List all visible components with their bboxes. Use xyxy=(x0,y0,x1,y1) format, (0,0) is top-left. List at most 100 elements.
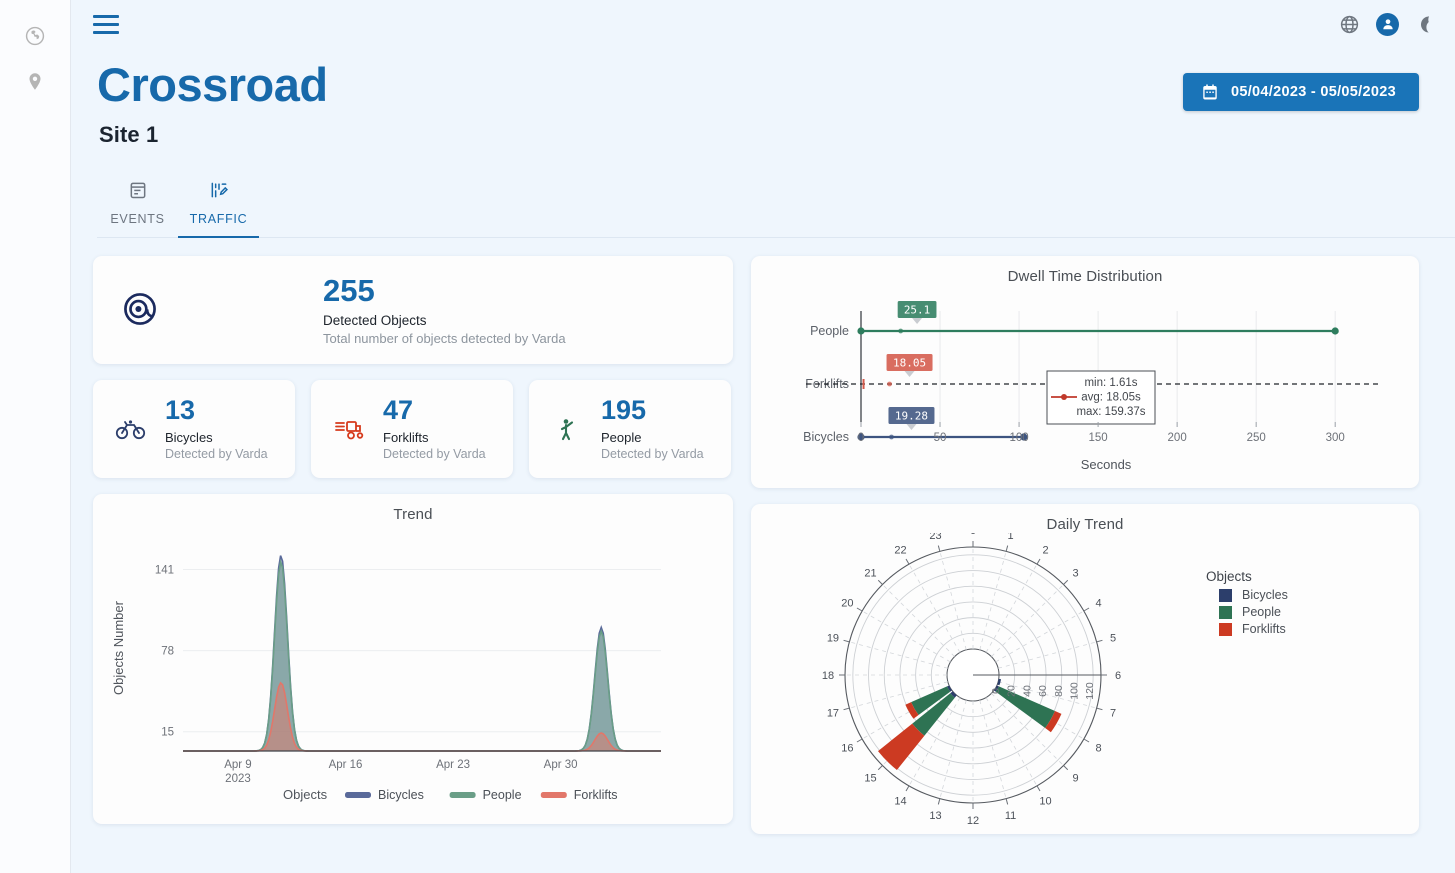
kpi-people-name: People xyxy=(601,430,642,446)
svg-text:20: 20 xyxy=(841,598,853,610)
svg-text:50: 50 xyxy=(934,432,947,444)
svg-text:6: 6 xyxy=(1115,670,1121,682)
trend-chart-title: Trend xyxy=(393,506,433,524)
tab-bar: EVENTS TRAFFIC xyxy=(97,174,1455,239)
user-avatar-icon[interactable] xyxy=(1376,12,1399,36)
svg-text:20: 20 xyxy=(1006,685,1018,697)
svg-text:Forklifts: Forklifts xyxy=(574,788,618,802)
svg-text:min: 1.61s: min: 1.61s xyxy=(1084,377,1137,389)
svg-text:Apr 23: Apr 23 xyxy=(436,759,470,771)
topbar-actions xyxy=(1338,12,1437,36)
svg-text:7: 7 xyxy=(1110,708,1116,720)
moon-icon[interactable] xyxy=(1415,13,1437,35)
svg-text:4: 4 xyxy=(1096,598,1102,610)
svg-text:0: 0 xyxy=(858,432,864,444)
svg-text:78: 78 xyxy=(161,646,174,658)
kpi-bicycles-name: Bicycles xyxy=(165,430,213,446)
hamburger-menu-icon[interactable] xyxy=(93,14,119,34)
kpi-forklifts-body: 47 Forklifts Detected by Varda xyxy=(383,395,486,462)
tab-traffic[interactable]: TRAFFIC xyxy=(178,174,259,239)
kpi-forklifts-description: Detected by Varda xyxy=(383,447,486,462)
svg-text:Objects Number: Objects Number xyxy=(111,601,126,696)
svg-text:141: 141 xyxy=(155,565,174,577)
svg-text:2: 2 xyxy=(1042,545,1048,557)
traffic-chart-icon xyxy=(208,180,230,205)
svg-text:3: 3 xyxy=(1072,568,1078,580)
left-column: 255 Detected Objects Total number of obj… xyxy=(93,256,733,834)
kpi-main-value: 255 xyxy=(323,272,375,308)
kpi-bicycles-description: Detected by Varda xyxy=(165,447,268,462)
location-pin-icon[interactable] xyxy=(23,70,47,94)
svg-text:Objects: Objects xyxy=(1206,569,1252,584)
daily-trend-plot[interactable]: 0123456789101112131415161718192021222302… xyxy=(751,533,1391,829)
svg-text:max: 159.37s: max: 159.37s xyxy=(1076,406,1145,418)
svg-text:Apr 30: Apr 30 xyxy=(544,759,578,771)
kpi-main-description: Total number of objects detected by Vard… xyxy=(323,331,566,347)
svg-text:Seconds: Seconds xyxy=(1081,457,1132,472)
target-detection-icon xyxy=(121,290,161,330)
svg-text:People: People xyxy=(1242,605,1281,619)
kpi-bicycles-value: 13 xyxy=(165,395,196,426)
dwell-chart-plot[interactable]: People25.1Forklifts18.05Bicycles19.28min… xyxy=(751,285,1391,485)
svg-text:100: 100 xyxy=(1068,682,1080,700)
svg-text:Forklifts: Forklifts xyxy=(1242,622,1286,636)
svg-text:16: 16 xyxy=(841,743,853,755)
svg-text:100: 100 xyxy=(1009,432,1028,444)
left-rail xyxy=(0,0,71,873)
kpi-people-body: 195 People Detected by Varda xyxy=(601,395,704,462)
kpi-people-value: 195 xyxy=(601,395,647,426)
trend-chart-card: Trend 15 78 141 Objects Number Apr 9 Apr 16 Ap… xyxy=(93,494,733,825)
daily-trend-card: Daily Trend 0123456789101112131415161718… xyxy=(751,504,1419,835)
svg-text:Apr 16: Apr 16 xyxy=(329,759,363,771)
kpi-forklifts-value: 47 xyxy=(383,395,414,426)
svg-text:Bicycles: Bicycles xyxy=(803,430,849,444)
kpi-main-name: Detected Objects xyxy=(323,313,427,329)
events-calendar-icon xyxy=(127,180,149,205)
svg-text:300: 300 xyxy=(1326,432,1345,444)
svg-text:0: 0 xyxy=(990,688,1002,694)
svg-text:5: 5 xyxy=(1110,633,1116,645)
kpi-row: 13 Bicycles Detected by Varda 47 Forklif… xyxy=(93,380,733,479)
kpi-card-detected-objects: 255 Detected Objects Total number of obj… xyxy=(93,256,733,365)
svg-text:250: 250 xyxy=(1247,432,1266,444)
svg-text:40: 40 xyxy=(1021,685,1033,697)
date-range-label: 05/04/2023 - 05/05/2023 xyxy=(1231,84,1396,100)
globe-icon[interactable] xyxy=(23,24,47,48)
language-globe-icon[interactable] xyxy=(1338,13,1360,35)
tab-traffic-label: TRAFFIC xyxy=(189,212,248,227)
svg-text:1: 1 xyxy=(1007,533,1013,542)
trend-chart-plot[interactable]: 15 78 141 Objects Number Apr 9 Apr 16 Apr 23 Ap… xyxy=(93,523,733,819)
person-waving-icon xyxy=(551,413,583,445)
dwell-chart-card: Dwell Time Distribution People 25.1 Forkli… xyxy=(751,256,1419,489)
svg-text:8: 8 xyxy=(1096,743,1102,755)
svg-text:12: 12 xyxy=(967,815,979,827)
svg-text:15: 15 xyxy=(161,727,174,739)
tab-events[interactable]: EVENTS xyxy=(97,174,178,237)
bicycle-icon xyxy=(115,413,147,445)
svg-text:22: 22 xyxy=(894,545,906,557)
dashboard-grid: 255 Detected Objects Total number of obj… xyxy=(71,238,1455,835)
svg-text:23: 23 xyxy=(929,533,941,542)
svg-text:17: 17 xyxy=(827,708,839,720)
kpi-forklifts-name: Forklifts xyxy=(383,430,429,446)
dwell-chart-title: Dwell Time Distribution xyxy=(1007,268,1163,286)
svg-text:15: 15 xyxy=(864,773,876,785)
date-range-picker[interactable]: 05/04/2023 - 05/05/2023 xyxy=(1183,73,1419,111)
calendar-icon xyxy=(1203,84,1217,100)
app-root: Crossroad Site 1 05/04/2023 - 05/05/2023… xyxy=(0,0,1455,873)
page-subtitle: Site 1 xyxy=(99,122,159,148)
svg-text:Apr 9: Apr 9 xyxy=(224,759,252,771)
svg-text:0: 0 xyxy=(970,533,976,537)
svg-text:60: 60 xyxy=(1037,685,1049,697)
svg-text:80: 80 xyxy=(1053,685,1065,697)
right-column: Dwell Time Distribution People 25.1 Forkli… xyxy=(751,256,1419,835)
svg-text:9: 9 xyxy=(1072,773,1078,785)
svg-text:2023: 2023 xyxy=(225,773,251,785)
svg-text:150: 150 xyxy=(1089,432,1108,444)
svg-text:11: 11 xyxy=(1005,810,1016,822)
forklift-icon xyxy=(333,413,365,445)
svg-text:Bicycles: Bicycles xyxy=(1242,588,1288,602)
svg-text:10: 10 xyxy=(1039,796,1051,808)
kpi-main-body: 255 Detected Objects Total number of obj… xyxy=(323,272,566,347)
svg-text:Bicycles: Bicycles xyxy=(378,788,424,802)
